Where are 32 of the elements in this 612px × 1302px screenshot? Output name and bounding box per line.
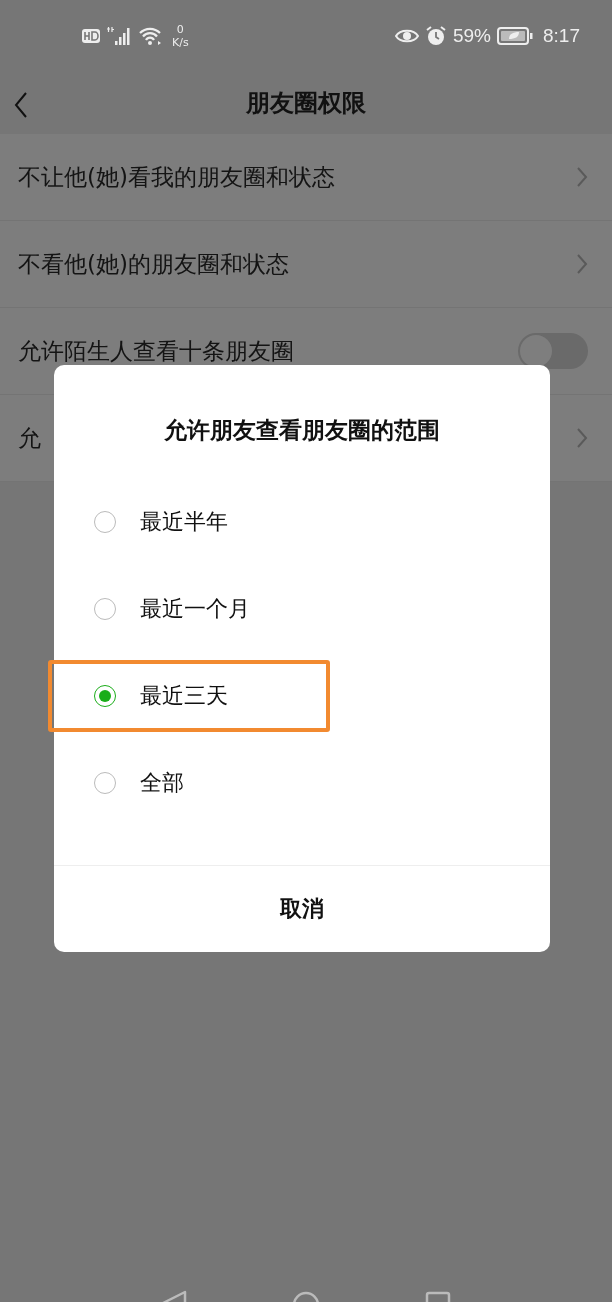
option-label: 最近半年 bbox=[140, 508, 228, 536]
chevron-icon bbox=[576, 427, 588, 449]
radio-option[interactable]: 最近一个月 bbox=[54, 575, 550, 643]
radio-option[interactable]: 最近三天 bbox=[54, 662, 550, 730]
row-label: 允 bbox=[18, 423, 41, 453]
eye-icon bbox=[395, 28, 419, 44]
option-label: 最近三天 bbox=[140, 682, 228, 710]
settings-row[interactable]: 不看他(她)的朋友圈和状态 bbox=[0, 221, 612, 308]
battery-percent: 59% bbox=[453, 25, 491, 47]
row-label: 允许陌生人查看十条朋友圈 bbox=[18, 336, 294, 366]
settings-row[interactable]: 不让他(她)看我的朋友圈和状态 bbox=[0, 134, 612, 221]
option-label: 全部 bbox=[140, 769, 184, 797]
clock-time: 8:17 bbox=[543, 25, 580, 47]
chevron-icon bbox=[576, 166, 588, 188]
chevron-icon bbox=[576, 253, 588, 275]
page-title: 朋友圈权限 bbox=[246, 88, 366, 119]
battery-icon bbox=[497, 27, 533, 45]
row-label: 不让他(她)看我的朋友圈和状态 bbox=[18, 162, 335, 192]
wifi-icon bbox=[138, 26, 162, 46]
radio-option[interactable]: 最近半年 bbox=[54, 488, 550, 556]
option-label: 最近一个月 bbox=[140, 595, 250, 623]
row-label: 不看他(她)的朋友圈和状态 bbox=[18, 249, 289, 279]
net-speed-unit: K/s bbox=[172, 36, 189, 49]
dialog-title: 允许朋友查看朋友圈的范围 bbox=[163, 416, 441, 445]
hd-icon bbox=[82, 28, 100, 44]
signal-icon bbox=[106, 26, 132, 46]
alarm-icon bbox=[425, 25, 447, 47]
net-speed-value: 0 bbox=[176, 23, 184, 36]
cancel-button[interactable]: 取消 bbox=[54, 865, 550, 952]
toggle-switch[interactable] bbox=[518, 333, 588, 369]
back-icon bbox=[14, 91, 28, 119]
radio-option[interactable]: 全部 bbox=[54, 749, 550, 817]
